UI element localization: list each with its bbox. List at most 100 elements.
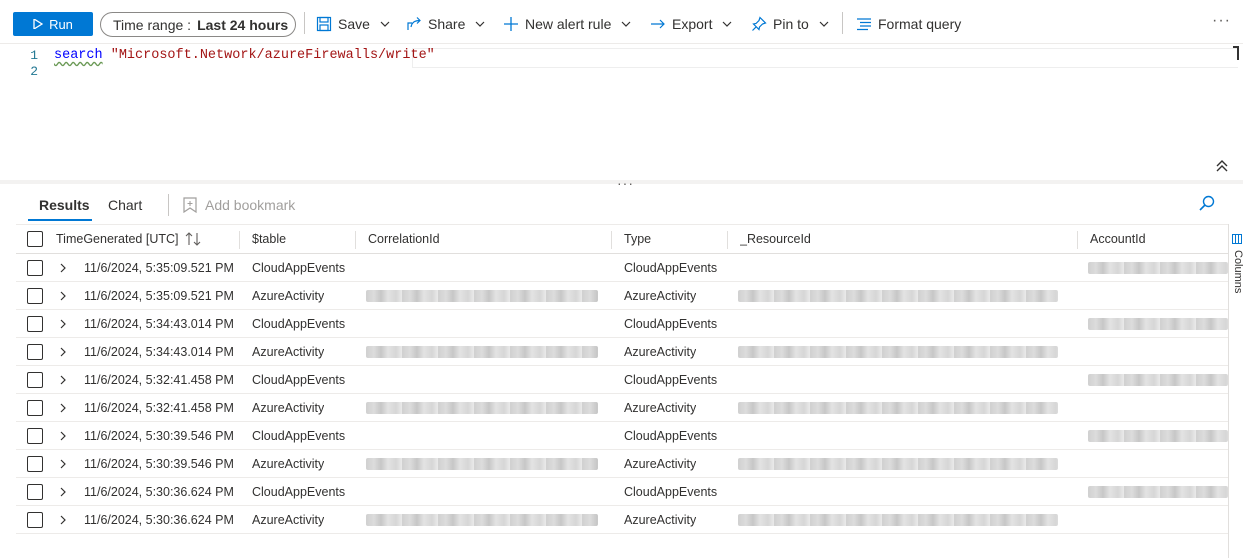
row-checkbox[interactable] bbox=[27, 512, 43, 528]
row-checkbox[interactable] bbox=[27, 344, 43, 360]
save-button[interactable]: Save bbox=[316, 13, 390, 35]
chevron-right-icon[interactable] bbox=[59, 319, 67, 329]
column-resizer[interactable] bbox=[611, 231, 612, 249]
cell-type: CloudAppEvents bbox=[624, 484, 718, 499]
table-row[interactable]: 11/6/2024, 5:34:43.014 PM CloudAppEvents C… bbox=[16, 310, 1228, 338]
new-alert-rule-button[interactable]: New alert rule bbox=[503, 13, 631, 35]
bookmark-icon bbox=[183, 197, 197, 213]
share-button[interactable]: Share bbox=[406, 13, 485, 35]
redacted-resourceid bbox=[738, 346, 1058, 358]
row-checkbox[interactable] bbox=[27, 316, 43, 332]
format-query-button[interactable]: Format query bbox=[856, 13, 961, 35]
table-row[interactable]: 11/6/2024, 5:30:39.546 PM CloudAppEvents C… bbox=[16, 422, 1228, 450]
redacted-correlationid bbox=[366, 514, 598, 526]
cell-timegenerated: 11/6/2024, 5:35:09.521 PM bbox=[84, 288, 234, 303]
column-header-resourceid[interactable]: _ResourceId bbox=[740, 225, 811, 253]
time-range-value: Last 24 hours bbox=[197, 16, 289, 33]
cell-type: AzureActivity bbox=[624, 344, 697, 359]
sort-icon[interactable] bbox=[185, 232, 201, 246]
chevron-right-icon[interactable] bbox=[59, 263, 67, 273]
cell-table: CloudAppEvents bbox=[252, 372, 346, 387]
chevron-down-icon bbox=[723, 21, 732, 27]
save-icon bbox=[316, 16, 332, 32]
table-row[interactable]: 11/6/2024, 5:32:41.458 PM AzureActivity Az… bbox=[16, 394, 1228, 422]
cell-timegenerated: 11/6/2024, 5:30:39.546 PM bbox=[84, 428, 234, 443]
cell-type: CloudAppEvents bbox=[624, 260, 718, 275]
export-button[interactable]: Export bbox=[650, 13, 732, 35]
more-options-icon[interactable]: ··· bbox=[1212, 12, 1231, 30]
chevron-right-icon[interactable] bbox=[59, 375, 67, 385]
query-line[interactable]: search "Microsoft.Network/azureFirewalls… bbox=[54, 48, 435, 63]
save-label: Save bbox=[338, 16, 370, 32]
cell-table: CloudAppEvents bbox=[252, 428, 346, 443]
chevron-right-icon[interactable] bbox=[59, 431, 67, 441]
row-checkbox[interactable] bbox=[27, 260, 43, 276]
toolbar-divider bbox=[842, 12, 843, 34]
query-toolbar: Run Time range : Last 24 hours Save Shar… bbox=[0, 0, 1243, 44]
cell-table: AzureActivity bbox=[252, 344, 325, 359]
cell-type: AzureActivity bbox=[624, 512, 697, 527]
chevron-right-icon[interactable] bbox=[59, 347, 67, 357]
chevron-right-icon[interactable] bbox=[59, 515, 67, 525]
columns-label: Columns bbox=[1232, 250, 1243, 294]
cell-table: AzureActivity bbox=[252, 288, 325, 303]
columns-panel-toggle[interactable]: Columns bbox=[1228, 224, 1243, 558]
column-resizer[interactable] bbox=[239, 231, 240, 249]
table-row[interactable]: 11/6/2024, 5:30:39.546 PM AzureActivity Az… bbox=[16, 450, 1228, 478]
table-row[interactable]: 11/6/2024, 5:34:43.014 PM AzureActivity Az… bbox=[16, 338, 1228, 366]
table-row[interactable]: 11/6/2024, 5:32:41.458 PM CloudAppEvents C… bbox=[16, 366, 1228, 394]
column-header-accountid[interactable]: AccountId bbox=[1090, 225, 1146, 253]
row-checkbox[interactable] bbox=[27, 428, 43, 444]
search-icon[interactable] bbox=[1198, 194, 1216, 212]
row-checkbox[interactable] bbox=[27, 400, 43, 416]
columns-icon bbox=[1232, 234, 1242, 244]
cell-timegenerated: 11/6/2024, 5:30:36.624 PM bbox=[84, 512, 234, 527]
run-button[interactable]: Run bbox=[13, 12, 93, 36]
cell-timegenerated: 11/6/2024, 5:34:43.014 PM bbox=[84, 316, 234, 331]
cell-timegenerated: 11/6/2024, 5:34:43.014 PM bbox=[84, 344, 234, 359]
column-resizer[interactable] bbox=[355, 231, 356, 249]
column-header-timegenerated[interactable]: TimeGenerated [UTC] bbox=[56, 225, 201, 253]
row-checkbox[interactable] bbox=[27, 484, 43, 500]
table-row[interactable]: 11/6/2024, 5:30:36.624 PM CloudAppEvents C… bbox=[16, 478, 1228, 506]
chevron-right-icon[interactable] bbox=[59, 459, 67, 469]
time-range-picker[interactable]: Time range : Last 24 hours bbox=[100, 12, 296, 37]
column-header-label: TimeGenerated [UTC] bbox=[56, 232, 179, 246]
query-keyword: search bbox=[54, 48, 103, 63]
row-checkbox[interactable] bbox=[27, 288, 43, 304]
active-tab-indicator bbox=[28, 219, 92, 221]
select-all-checkbox[interactable] bbox=[27, 231, 43, 247]
column-header-correlationid[interactable]: CorrelationId bbox=[368, 225, 440, 253]
grid-header-row: TimeGenerated [UTC] $table CorrelationId… bbox=[16, 224, 1228, 254]
table-row[interactable]: 11/6/2024, 5:30:36.624 PM AzureActivity Az… bbox=[16, 506, 1228, 534]
chevron-down-icon bbox=[380, 21, 390, 27]
redacted-resourceid bbox=[738, 290, 1058, 302]
table-row[interactable]: 11/6/2024, 5:35:09.521 PM CloudAppEvents C… bbox=[16, 254, 1228, 282]
tab-results[interactable]: Results bbox=[39, 197, 90, 213]
share-icon bbox=[407, 17, 421, 30]
column-header-type[interactable]: Type bbox=[624, 225, 651, 253]
collapse-editor-icon[interactable] bbox=[1215, 159, 1229, 173]
table-row[interactable]: 11/6/2024, 5:35:09.521 PM AzureActivity Az… bbox=[16, 282, 1228, 310]
redacted-accountid bbox=[1088, 374, 1228, 386]
grid-body: 11/6/2024, 5:35:09.521 PM CloudAppEvents C… bbox=[16, 254, 1228, 534]
chevron-down-icon bbox=[475, 21, 485, 27]
column-resizer[interactable] bbox=[1077, 231, 1078, 249]
column-header-table[interactable]: $table bbox=[252, 225, 286, 253]
cell-timegenerated: 11/6/2024, 5:32:41.458 PM bbox=[84, 400, 234, 415]
tab-chart[interactable]: Chart bbox=[108, 197, 142, 213]
chevron-right-icon[interactable] bbox=[59, 291, 67, 301]
add-bookmark-button[interactable]: Add bookmark bbox=[183, 197, 295, 213]
scroll-edge-marker bbox=[1233, 46, 1239, 60]
row-checkbox[interactable] bbox=[27, 372, 43, 388]
pin-to-button[interactable]: Pin to bbox=[751, 13, 829, 35]
row-checkbox[interactable] bbox=[27, 456, 43, 472]
redacted-correlationid bbox=[366, 402, 598, 414]
results-grid: TimeGenerated [UTC] $table CorrelationId… bbox=[16, 224, 1228, 534]
query-editor[interactable]: 1 2 search "Microsoft.Network/azureFirew… bbox=[0, 44, 1243, 182]
redacted-accountid bbox=[1088, 262, 1228, 274]
chevron-right-icon[interactable] bbox=[59, 403, 67, 413]
chevron-right-icon[interactable] bbox=[59, 487, 67, 497]
column-resizer[interactable] bbox=[727, 231, 728, 249]
cell-table: CloudAppEvents bbox=[252, 316, 346, 331]
